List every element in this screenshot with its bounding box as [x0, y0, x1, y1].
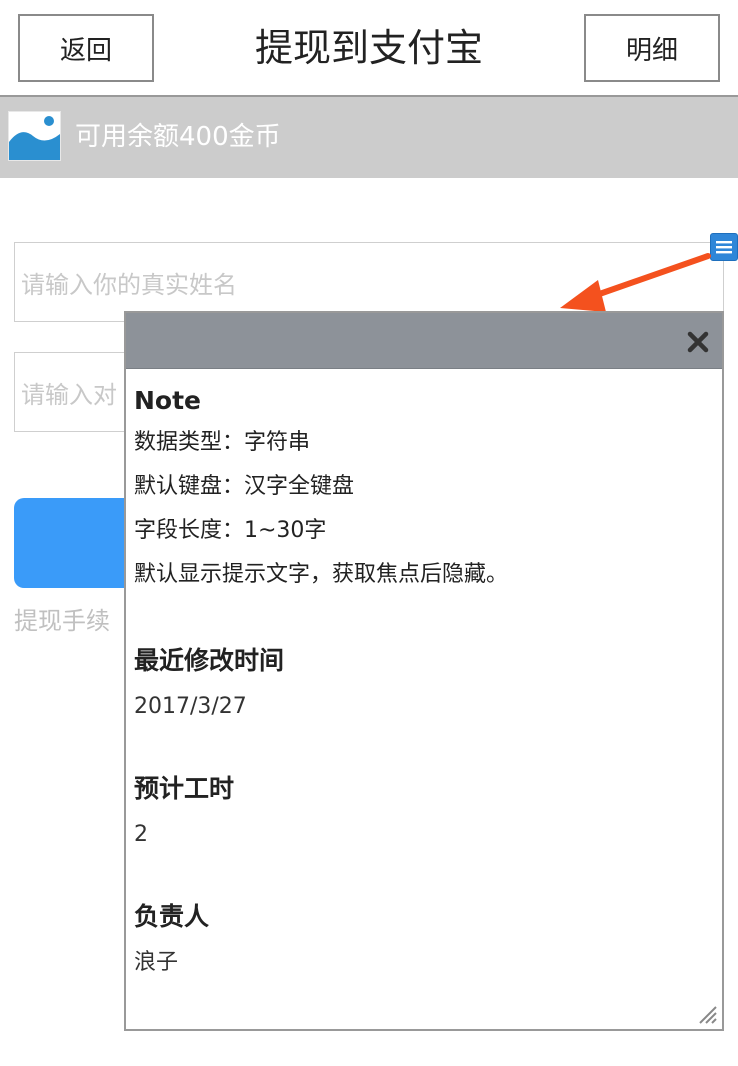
hours-value: 2 — [134, 822, 148, 847]
note-heading: Note — [134, 386, 202, 415]
detail-button[interactable]: 明细 — [584, 14, 720, 82]
owner-value: 浪子 — [134, 950, 179, 975]
close-icon[interactable] — [686, 330, 710, 354]
image-placeholder-icon — [8, 111, 61, 161]
modified-value: 2017/3/27 — [134, 694, 247, 719]
modified-label: 最近修改时间 — [134, 646, 285, 675]
owner-label: 负责人 — [134, 902, 210, 931]
balance-bar: 可用余额400金币 — [0, 97, 738, 178]
note-titlebar[interactable] — [126, 313, 722, 369]
note-line: 数据类型：字符串 — [134, 430, 311, 455]
hours-label: 预计工时 — [134, 774, 235, 803]
balance-text: 可用余额400金币 — [75, 122, 281, 152]
note-line: 字段长度：1~30字 — [134, 518, 327, 543]
header: 返回 提现到支付宝 明细 — [0, 0, 738, 97]
note-line: 默认键盘：汉字全键盘 — [134, 474, 355, 499]
note-panel: Note 数据类型：字符串 默认键盘：汉字全键盘 字段长度：1~30字 默认显示… — [124, 311, 724, 1031]
page-title: 提现到支付宝 — [254, 26, 483, 70]
back-button[interactable]: 返回 — [18, 14, 154, 82]
note-body: Note 数据类型：字符串 默认键盘：汉字全键盘 字段长度：1~30字 默认显示… — [126, 369, 722, 981]
note-line: 默认显示提示文字，获取焦点后隐藏。 — [134, 562, 509, 587]
resize-grip-icon[interactable] — [696, 1003, 718, 1025]
fee-text: 提现手续 — [14, 607, 110, 635]
